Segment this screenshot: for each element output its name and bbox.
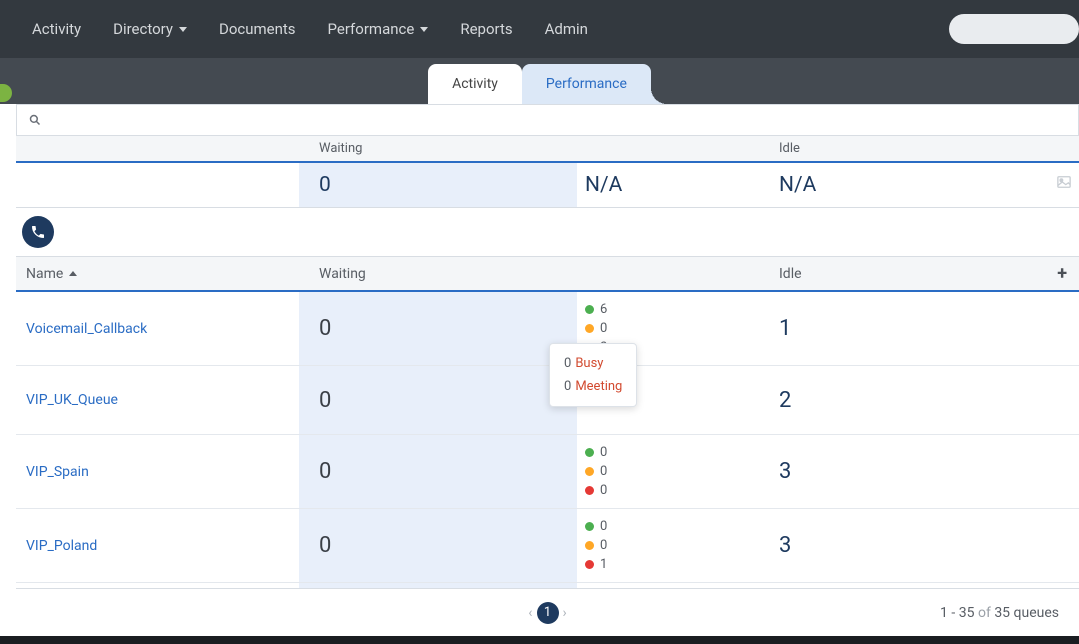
tooltip-busy-label: Busy	[575, 356, 603, 371]
nav-performance[interactable]: Performance	[328, 20, 429, 38]
queue-name-link[interactable]: VIP_Poland	[16, 509, 299, 582]
status-green: 0	[585, 519, 607, 534]
summary-header: Waiting Idle	[16, 135, 1079, 163]
table-header: Name Waiting Idle +	[16, 256, 1079, 292]
idle-value: 3	[763, 435, 1079, 508]
idle-value: 1	[763, 292, 1079, 365]
nav-documents[interactable]: Documents	[219, 20, 296, 38]
image-icon[interactable]	[1057, 175, 1071, 189]
tooltip-busy-count: 0	[564, 356, 571, 371]
search-icon[interactable]	[29, 114, 41, 126]
header-name[interactable]: Name	[16, 266, 299, 282]
table-search-row	[16, 104, 1079, 135]
queue-name-link[interactable]: VIP_UK_Queue	[16, 366, 299, 434]
green-dot-icon	[585, 448, 594, 457]
page-info: 1 - 35 of 35 queues	[940, 605, 1059, 621]
idle-value: 2	[763, 366, 1079, 434]
status-cell: 0 0 1	[577, 509, 763, 582]
caret-down-icon	[179, 27, 187, 32]
status-tooltip: 0 Busy 0 Meeting	[549, 343, 637, 407]
page-prev-button[interactable]: ‹	[528, 605, 532, 621]
nav-activity[interactable]: Activity	[32, 20, 81, 38]
status-red: 0	[585, 483, 607, 498]
status-cell: 0 0 0	[577, 435, 763, 508]
nav-directory[interactable]: Directory	[113, 20, 187, 38]
yellow-dot-icon	[585, 467, 594, 476]
queue-name-link[interactable]: Voicemail_Callback	[16, 292, 299, 365]
pagination: ‹ 1 › 1 - 35 of 35 queues	[16, 588, 1079, 636]
nav-reports[interactable]: Reports	[460, 20, 512, 38]
status-green: 6	[585, 302, 607, 317]
waiting-value: 0	[299, 366, 577, 434]
status-red: 1	[585, 557, 607, 572]
table-row: VIP_Spain00003	[16, 435, 1079, 509]
summary-header-waiting: Waiting	[299, 136, 577, 161]
phone-icon[interactable]	[22, 216, 54, 248]
nav-admin[interactable]: Admin	[545, 20, 588, 38]
table-body[interactable]: Voicemail_Callback06001VIP_UK_Queue02VIP…	[16, 292, 1079, 588]
status-yellow: 0	[585, 538, 607, 553]
tooltip-meeting-count: 0	[564, 379, 571, 394]
tab-performance[interactable]: Performance	[522, 64, 651, 104]
table-row: VIP_Poland00013	[16, 509, 1079, 583]
waiting-value: 0	[299, 292, 577, 365]
summary-idle-value: N/A	[763, 163, 1079, 207]
table-row: VIP_UK_Queue 0 2	[16, 366, 1079, 435]
status-yellow: 0	[585, 464, 607, 479]
status-green: 0	[585, 445, 607, 460]
bottom-bar	[0, 636, 1079, 644]
content-area: Waiting Idle 0 N/A N/A Name Waiting Idle…	[16, 104, 1079, 636]
sub-tabs: Activity Performance	[428, 64, 651, 104]
yellow-dot-icon	[585, 324, 594, 333]
tab-activity[interactable]: Activity	[428, 64, 522, 104]
header-idle[interactable]: Idle	[763, 266, 1079, 282]
add-column-button[interactable]: +	[1057, 263, 1067, 284]
waiting-value: 0	[299, 435, 577, 508]
red-dot-icon	[585, 560, 594, 569]
sub-nav: Activity Performance	[0, 58, 1079, 104]
table-row: Voicemail_Callback06001	[16, 292, 1079, 366]
caret-down-icon	[420, 27, 428, 32]
sort-asc-icon	[69, 271, 77, 276]
summary-waiting-value: 0	[299, 163, 577, 207]
tooltip-meeting-label: Meeting	[575, 379, 622, 394]
page-current[interactable]: 1	[537, 602, 559, 624]
top-nav: Activity Directory Documents Performance…	[0, 0, 1079, 58]
page-next-button[interactable]: ›	[563, 605, 567, 621]
global-search-input[interactable]	[949, 14, 1079, 44]
queue-name-link[interactable]: VIP_Spain	[16, 435, 299, 508]
status-indicator	[0, 84, 12, 102]
summary-row: 0 N/A N/A	[16, 163, 1079, 208]
green-dot-icon	[585, 305, 594, 314]
yellow-dot-icon	[585, 541, 594, 550]
waiting-value: 0	[299, 509, 577, 582]
red-dot-icon	[585, 486, 594, 495]
header-waiting[interactable]: Waiting	[299, 266, 577, 282]
status-yellow: 0	[585, 321, 607, 336]
idle-value: 3	[763, 509, 1079, 582]
summary-header-idle: Idle	[763, 136, 1079, 161]
green-dot-icon	[585, 522, 594, 531]
summary-mid-value: N/A	[577, 163, 763, 207]
